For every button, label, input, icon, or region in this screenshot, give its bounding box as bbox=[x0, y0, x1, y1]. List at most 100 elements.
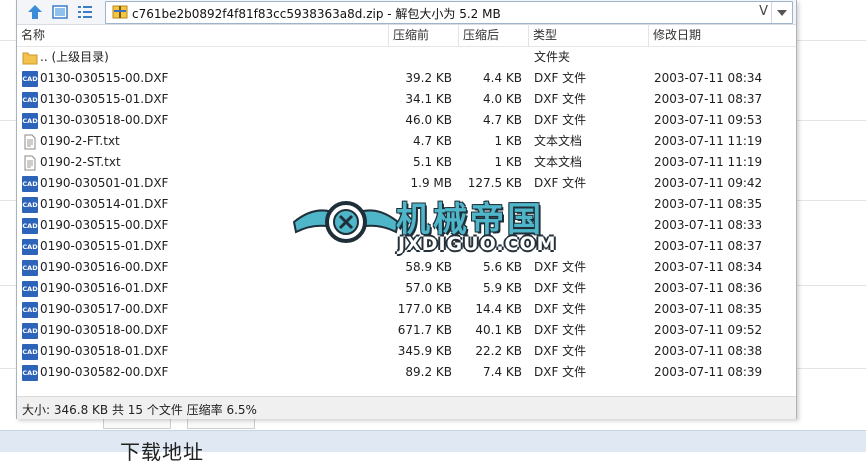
file-date: 2003-07-11 08:35 bbox=[654, 197, 763, 211]
file-row[interactable]: CAD 0190-030517-00.DXF 177.0 KB 14.4 KB DXF … bbox=[17, 299, 796, 320]
column-name[interactable]: 名称 bbox=[17, 25, 389, 46]
file-packed-size: 7.4 KB bbox=[483, 365, 522, 379]
file-packed-size: 1 KB bbox=[494, 155, 522, 169]
file-date: 2003-07-11 11:19 bbox=[654, 155, 763, 169]
folder-icon bbox=[22, 50, 38, 66]
file-size: 39.2 KB bbox=[405, 71, 452, 85]
file-date: 2003-07-11 08:37 bbox=[654, 92, 763, 106]
file-date: 2003-07-11 11:19 bbox=[654, 134, 763, 148]
cad-file-icon: CAD bbox=[22, 344, 38, 360]
file-size: 671.7 KB bbox=[397, 323, 452, 337]
up-arrow-button[interactable] bbox=[25, 2, 45, 22]
thumbnail-view-button[interactable] bbox=[50, 2, 70, 22]
file-type: DXF 文件 bbox=[534, 92, 587, 106]
file-row[interactable]: CAD 0190-030516-01.DXF 57.0 KB 5.9 KB DXF 文件… bbox=[17, 278, 796, 299]
file-date: 2003-07-11 08:36 bbox=[654, 281, 763, 295]
file-name: 0190-030516-01.DXF bbox=[40, 281, 169, 295]
column-packed[interactable]: 压缩后 bbox=[459, 25, 529, 46]
file-size: 89.2 KB bbox=[405, 365, 452, 379]
file-size: 34.1 KB bbox=[405, 92, 452, 106]
file-type: DXF 文件 bbox=[534, 113, 587, 127]
watermark-logo-icon bbox=[292, 201, 400, 243]
file-type: DXF 文件 bbox=[534, 71, 587, 85]
list-view-button[interactable] bbox=[75, 2, 95, 22]
path-text: c761be2b0892f4f81f83cc5938363a8d.zip - 解… bbox=[132, 7, 501, 21]
cad-file-icon: CAD bbox=[22, 323, 38, 339]
cad-file-icon: CAD bbox=[22, 260, 38, 276]
thumbnail-view-icon bbox=[52, 5, 68, 19]
file-date: 2003-07-11 09:53 bbox=[654, 113, 763, 127]
file-date: 2003-07-11 08:33 bbox=[654, 218, 763, 232]
chevron-down-icon bbox=[777, 9, 787, 16]
file-name: 0190-030518-01.DXF bbox=[40, 344, 169, 358]
file-row[interactable]: CAD 0130-030515-00.DXF 39.2 KB 4.4 KB DXF 文件… bbox=[17, 68, 796, 89]
file-name: 0130-030515-01.DXF bbox=[40, 92, 169, 106]
file-type: DXF 文件 bbox=[534, 365, 587, 379]
file-name: 0190-030515-01.DXF bbox=[40, 239, 169, 253]
file-size: 4.7 KB bbox=[413, 134, 452, 148]
file-packed-size: 4.7 KB bbox=[483, 113, 522, 127]
file-size: 57.0 KB bbox=[405, 281, 452, 295]
status-bar: 大小: 346.8 KB 共 15 个文件 压缩率 6.5% bbox=[17, 396, 796, 419]
file-name: .. (上级目录) bbox=[40, 50, 109, 64]
file-name: 0190-030582-00.DXF bbox=[40, 365, 169, 379]
file-date: 2003-07-11 08:35 bbox=[654, 302, 763, 316]
cad-file-icon: CAD bbox=[22, 92, 38, 108]
file-packed-size: 22.2 KB bbox=[475, 344, 522, 358]
file-row[interactable]: CAD 0130-030515-01.DXF 34.1 KB 4.0 KB DXF 文件… bbox=[17, 89, 796, 110]
file-type: DXF 文件 bbox=[534, 344, 587, 358]
path-bar[interactable]: c761be2b0892f4f81f83cc5938363a8d.zip - 解… bbox=[105, 1, 793, 24]
file-date: 2003-07-11 08:38 bbox=[654, 344, 763, 358]
zip-archive-icon bbox=[112, 5, 128, 22]
file-row[interactable]: CAD 0130-030518-00.DXF 46.0 KB 4.7 KB DXF 文件… bbox=[17, 110, 796, 131]
file-row[interactable]: CAD 0190-030582-00.DXF 89.2 KB 7.4 KB DXF 文件… bbox=[17, 362, 796, 383]
column-size[interactable]: 压缩前 bbox=[389, 25, 459, 46]
column-type[interactable]: 类型 bbox=[529, 25, 649, 46]
file-row[interactable]: 0190-2-ST.txt 5.1 KB 1 KB 文本文档 2003-07-11 11… bbox=[17, 152, 796, 173]
text-file-icon bbox=[22, 134, 38, 150]
watermark-en-text: JXDIGUO.COM bbox=[398, 233, 557, 255]
column-date[interactable]: 修改日期 bbox=[649, 25, 796, 46]
file-date: 2003-07-11 09:42 bbox=[654, 176, 763, 190]
file-packed-size: 40.1 KB bbox=[475, 323, 522, 337]
file-packed-size: 14.4 KB bbox=[475, 302, 522, 316]
file-type: DXF 文件 bbox=[534, 323, 587, 337]
file-type: 文件夹 bbox=[534, 50, 571, 64]
file-name: 0190-2-ST.txt bbox=[40, 155, 121, 169]
path-history-marker[interactable]: V bbox=[759, 4, 768, 19]
file-date: 2003-07-11 08:37 bbox=[654, 239, 763, 253]
file-name: 0190-030515-00.DXF bbox=[40, 218, 169, 232]
file-name: 0190-030518-00.DXF bbox=[40, 323, 169, 337]
cad-file-icon: CAD bbox=[22, 218, 38, 234]
file-type: 文本文档 bbox=[534, 134, 583, 148]
file-date: 2003-07-11 09:52 bbox=[654, 323, 763, 337]
file-type: 文本文档 bbox=[534, 155, 583, 169]
file-date: 2003-07-11 08:34 bbox=[654, 260, 763, 274]
file-name: 0190-030517-00.DXF bbox=[40, 302, 169, 316]
file-type: DXF 文件 bbox=[534, 302, 587, 316]
file-name: 0130-030515-00.DXF bbox=[40, 71, 169, 85]
cad-file-icon: CAD bbox=[22, 176, 38, 192]
file-row[interactable]: 0190-2-FT.txt 4.7 KB 1 KB 文本文档 2003-07-11 11… bbox=[17, 131, 796, 152]
file-size: 177.0 KB bbox=[397, 302, 452, 316]
file-name: 0190-030514-01.DXF bbox=[40, 197, 169, 211]
up-arrow-icon bbox=[28, 5, 42, 19]
path-dropdown-button[interactable] bbox=[771, 2, 792, 23]
file-packed-size: 4.4 KB bbox=[483, 71, 522, 85]
cad-file-icon: CAD bbox=[22, 302, 38, 318]
file-date: 2003-07-11 08:39 bbox=[654, 365, 763, 379]
file-name: 0130-030518-00.DXF bbox=[40, 113, 169, 127]
text-file-icon bbox=[22, 155, 38, 171]
file-name: 0190-2-FT.txt bbox=[40, 134, 120, 148]
file-row[interactable]: CAD 0190-030518-01.DXF 345.9 KB 22.2 KB DXF … bbox=[17, 341, 796, 362]
file-row[interactable]: CAD 0190-030518-00.DXF 671.7 KB 40.1 KB DXF … bbox=[17, 320, 796, 341]
file-packed-size: 5.9 KB bbox=[483, 281, 522, 295]
cad-file-icon: CAD bbox=[22, 365, 38, 381]
file-row[interactable]: .. (上级目录) 文件夹 bbox=[17, 47, 796, 68]
cad-file-icon: CAD bbox=[22, 197, 38, 213]
file-name: 0190-030501-01.DXF bbox=[40, 176, 169, 190]
file-name: 0190-030516-00.DXF bbox=[40, 260, 169, 274]
cad-file-icon: CAD bbox=[22, 239, 38, 255]
status-text: 大小: 346.8 KB 共 15 个文件 压缩率 6.5% bbox=[22, 403, 257, 417]
file-packed-size: 1 KB bbox=[494, 134, 522, 148]
